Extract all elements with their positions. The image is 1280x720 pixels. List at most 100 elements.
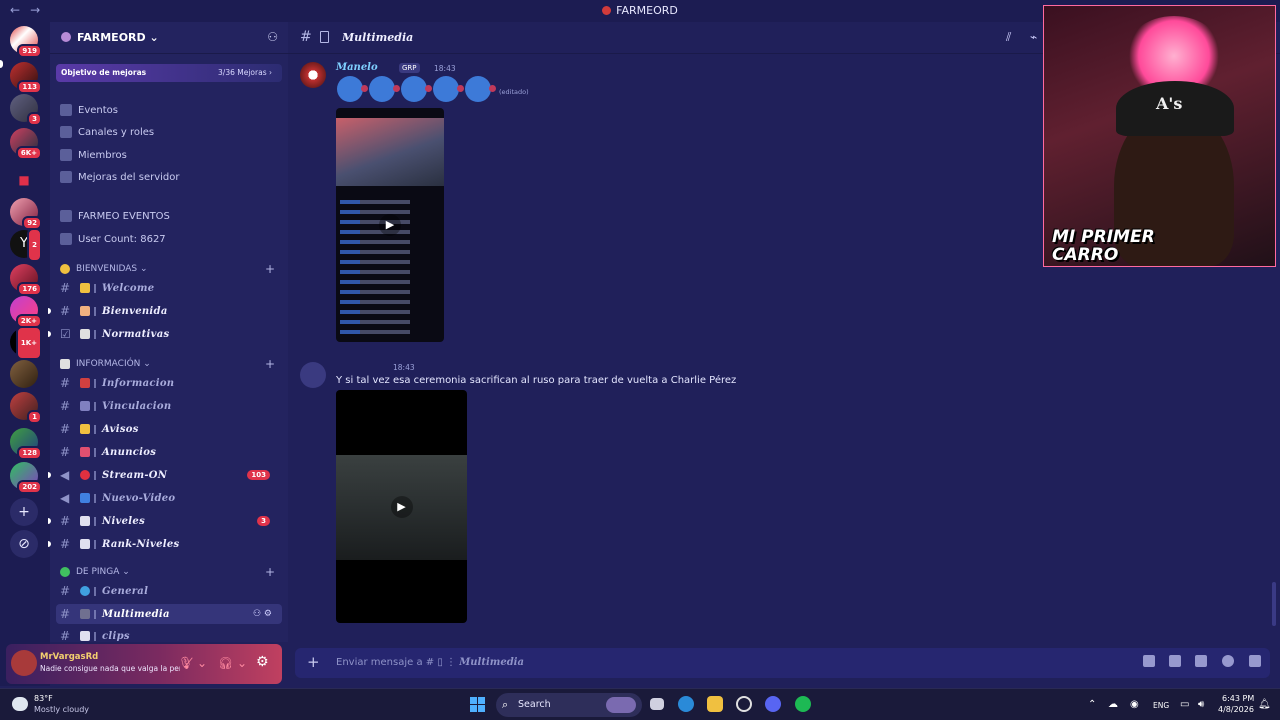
menu-boosts[interactable]: Mejoras del servidor	[60, 167, 180, 187]
server-icon[interactable]	[10, 360, 38, 388]
category-informacion[interactable]: INFORMACIÓN ⌄ +	[60, 357, 275, 371]
weather-temp[interactable]: 83°F	[34, 694, 53, 703]
avatar[interactable]	[11, 650, 37, 676]
menu-channels-roles[interactable]: Canales y roles	[60, 122, 154, 142]
server-icon[interactable]: 6K+	[10, 128, 42, 160]
server-badge: 1K+	[15, 326, 42, 360]
server-name[interactable]: FARMEORD ⌄	[77, 31, 159, 44]
menu-members[interactable]: Miembros	[60, 145, 127, 165]
windows-start-icon[interactable]	[470, 697, 485, 712]
onedrive-icon[interactable]: ☁	[1108, 699, 1118, 710]
gear-icon[interactable]: ⚙	[256, 654, 269, 670]
weather-desc[interactable]: Mostly cloudy	[34, 705, 89, 714]
stat-label: User Count: 8627	[78, 233, 166, 245]
separator	[94, 401, 96, 411]
server-icon[interactable]: 1	[10, 392, 42, 424]
server-badge: 3	[27, 112, 42, 126]
channel-avisos[interactable]: # Avisos	[56, 419, 282, 439]
server-folder[interactable]: 202	[10, 462, 42, 494]
channel-stream-on[interactable]: ◀ Stream-ON 103	[48, 465, 282, 485]
apps-icon[interactable]	[1249, 655, 1261, 667]
server-icon[interactable]: 176	[10, 264, 42, 296]
category-de-pinga[interactable]: DE PINGA ⌄ +	[60, 565, 275, 579]
server-icon[interactable]: 919	[10, 26, 42, 58]
channel-rank-niveles[interactable]: # Rank-Niveles	[48, 534, 282, 554]
attach-icon[interactable]: +	[307, 653, 320, 671]
add-channel-icon[interactable]: +	[265, 262, 275, 276]
channel-informacion[interactable]: # Informacion	[56, 373, 282, 393]
volume-icon[interactable]: 🔊︎	[1198, 699, 1204, 710]
avatar[interactable]	[300, 362, 326, 388]
clock-date[interactable]: 4/8/2026	[1218, 705, 1254, 714]
file-explorer-icon[interactable]	[707, 696, 723, 712]
sticker-icon[interactable]	[1195, 655, 1207, 667]
server-icon[interactable]: 113	[10, 62, 42, 94]
play-icon[interactable]: ▶	[379, 214, 401, 236]
channel-multimedia[interactable]: # Multimedia ⚇ ⚙	[56, 604, 282, 624]
message-author[interactable]: Manelo	[336, 62, 378, 73]
overlay-line: CARRO	[1052, 245, 1119, 265]
channel-normativas[interactable]: ☑ Normativas	[48, 324, 282, 344]
clock-time[interactable]: 6:43 PM	[1222, 694, 1254, 703]
video-attachment[interactable]: ▶	[336, 108, 444, 342]
channel-vinculacion[interactable]: # Vinculacion	[56, 396, 282, 416]
notification-muted-icon[interactable]: ⌁	[1030, 30, 1037, 44]
gif-icon[interactable]	[1169, 655, 1181, 667]
edge-icon[interactable]	[678, 696, 694, 712]
cloud-icon[interactable]	[12, 697, 28, 711]
stat-events[interactable]: FARMEO EVENTOS	[60, 206, 170, 226]
server-icon[interactable]: 2K+	[10, 296, 42, 328]
boost-goal-bar[interactable]: Objetivo de mejoras 3/36 Mejoras ›	[56, 64, 282, 82]
channel-nuevo-video[interactable]: ◀ Nuevo-Video	[56, 488, 282, 508]
emoji-icon[interactable]	[1222, 655, 1234, 667]
obs-icon[interactable]	[736, 696, 752, 712]
message-author[interactable]	[336, 362, 386, 372]
channel-settings-icon[interactable]: ⚇ ⚙	[253, 609, 272, 619]
username[interactable]: MrVargasRd	[40, 652, 98, 662]
channel-niveles[interactable]: # Niveles 3	[48, 511, 282, 531]
message-composer[interactable]: + Enviar mensaje a # ▯ ⋮ Multimedia	[295, 648, 1270, 678]
headset-muted-icon[interactable]: 🎧︎ ⌄	[218, 656, 247, 670]
server-folder[interactable]: 128	[10, 428, 42, 460]
server-icon[interactable]: Y2	[10, 228, 42, 262]
server-icon[interactable]: 92	[10, 198, 42, 230]
channel-name: Vinculacion	[102, 400, 172, 412]
shield-icon[interactable]: ◉	[1130, 699, 1139, 710]
stat-user-count[interactable]: User Count: 8627	[60, 229, 166, 249]
menu-events[interactable]: Eventos	[60, 100, 118, 120]
network-icon[interactable]: ▭	[1180, 699, 1189, 710]
gift-icon[interactable]	[1143, 655, 1155, 667]
threads-icon[interactable]: ⫽	[1006, 30, 1011, 45]
add-server-icon[interactable]: +	[10, 498, 38, 526]
category-bienvenidas[interactable]: BIENVENIDAS ⌄ +	[60, 262, 275, 276]
notification-icon[interactable]: 🔔︎	[1258, 699, 1271, 710]
avatar[interactable]	[300, 62, 326, 88]
language-indicator[interactable]: ENG	[1153, 701, 1169, 710]
channel-clips[interactable]: # clips	[56, 626, 282, 646]
channel-welcome[interactable]: # Welcome	[56, 278, 282, 298]
add-channel-icon[interactable]: +	[265, 565, 275, 579]
channel-name: Rank-Niveles	[102, 538, 180, 550]
members-icon	[60, 149, 72, 161]
add-channel-icon[interactable]: +	[265, 357, 275, 371]
server-icon[interactable]: 3	[10, 94, 42, 126]
tray-chevron-icon[interactable]: ⌃	[1088, 699, 1096, 710]
guild-tag[interactable]: GRP	[399, 63, 420, 73]
taskbar-search[interactable]: ⌕ Search	[496, 693, 642, 717]
task-view-icon[interactable]	[650, 698, 664, 710]
play-icon[interactable]: ▶	[390, 495, 413, 518]
scrollbar[interactable]	[1272, 582, 1276, 626]
spotify-icon[interactable]	[795, 696, 811, 712]
chart-icon	[80, 516, 90, 526]
invite-icon[interactable]: ⚇	[267, 30, 278, 44]
server-icon[interactable]: ✕1K+	[10, 326, 42, 360]
channel-general[interactable]: # General	[56, 581, 282, 601]
channel-anuncios[interactable]: # Anuncios	[56, 442, 282, 462]
mic-muted-icon[interactable]: 🎙︎̸ ⌄	[178, 656, 207, 670]
discover-icon[interactable]: ⊘	[10, 530, 38, 558]
server-header[interactable]: FARMEORD ⌄ ⚇	[50, 22, 288, 54]
channel-bienvenida[interactable]: # Bienvenida	[48, 301, 282, 321]
folder-icon[interactable]: ■	[10, 166, 38, 194]
discord-icon[interactable]	[765, 696, 781, 712]
video-attachment[interactable]: ▶	[336, 390, 467, 623]
